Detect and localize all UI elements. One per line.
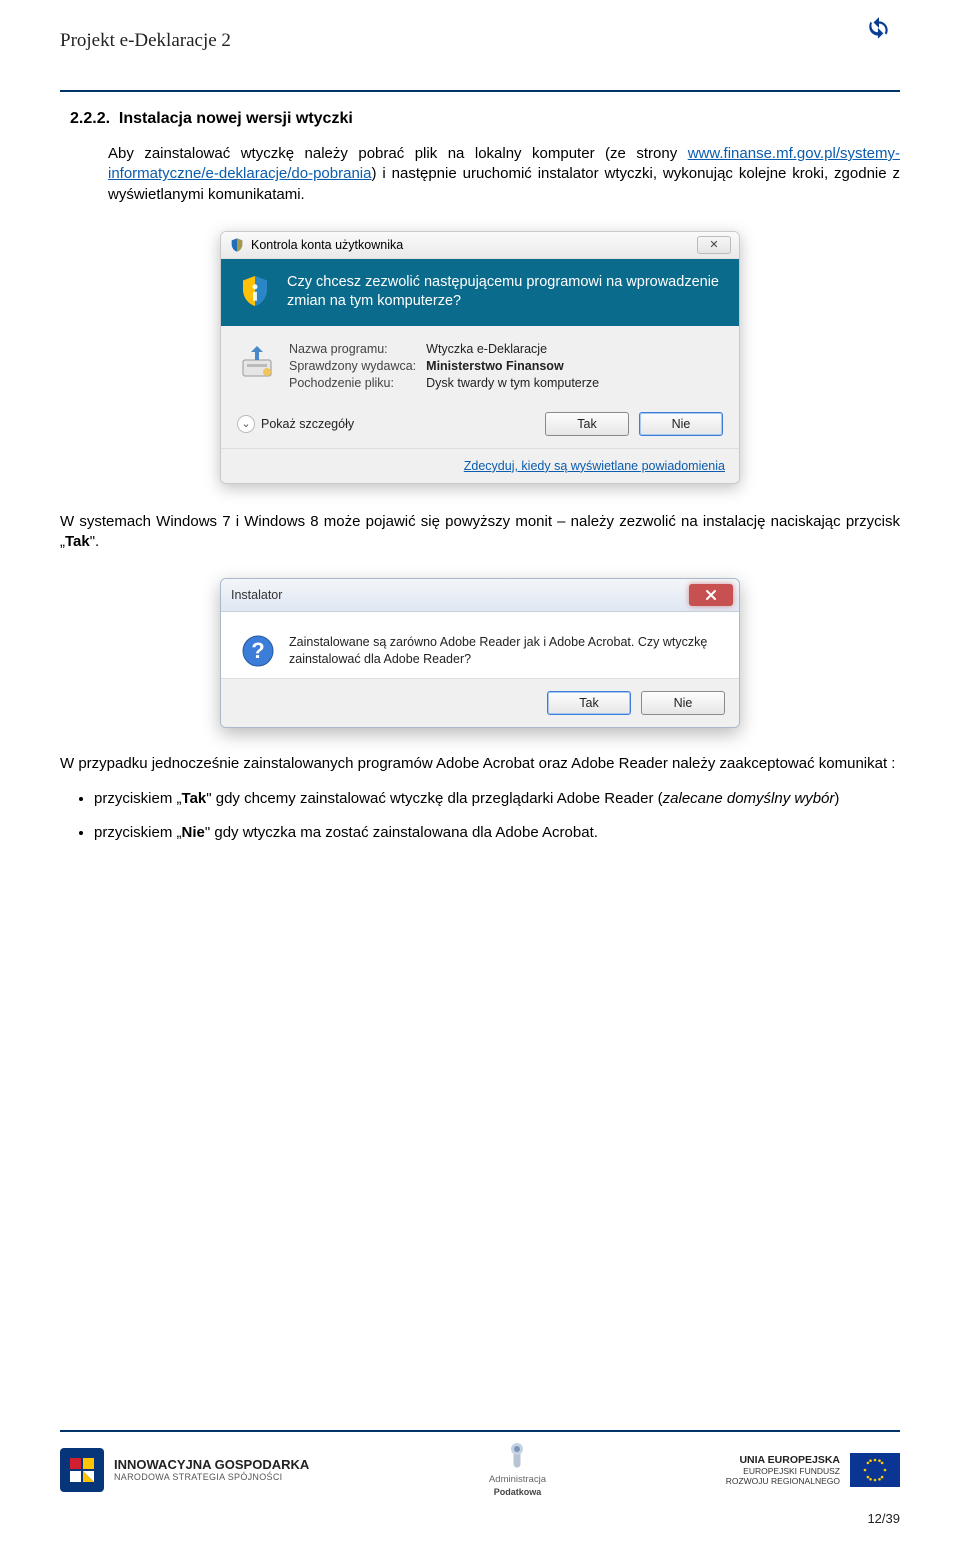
footer-logo-right: UNIA EUROPEJSKA EUROPEJSKI FUNDUSZ ROZWO… [726, 1453, 900, 1487]
shield-icon [237, 273, 273, 309]
project-title: Projekt e-Deklaracje 2 [60, 30, 900, 58]
question-icon: ? [241, 634, 275, 668]
show-details-toggle[interactable]: ⌄ Pokaż szczegóły [237, 415, 354, 433]
value-publisher: Ministerstwo Finansow [426, 359, 599, 373]
para-after-uac: W systemach Windows 7 i Windows 8 może p… [60, 512, 900, 553]
label-origin: Pochodzenie pliku: [289, 376, 416, 390]
footer-logo-center: Administracja Podatkowa [489, 1442, 546, 1497]
para-after-installer: W przypadku jednocześnie zainstalowanych… [60, 754, 900, 774]
ig-logo-icon [60, 1448, 104, 1492]
yes-button[interactable]: Tak [547, 691, 631, 715]
uac-settings-link[interactable]: Zdecyduj, kiedy są wyświetlane powiadomi… [464, 459, 725, 473]
admin-icon [507, 1442, 527, 1472]
uac-question: Czy chcesz zezwolić następującemu progra… [287, 273, 723, 312]
section-heading: 2.2.2. Instalacja nowej wersji wtyczki [70, 110, 900, 128]
uac-meta-grid: Nazwa programu: Wtyczka e-Deklaracje Spr… [289, 342, 599, 390]
value-origin: Dysk twardy w tym komputerze [426, 376, 599, 390]
uac-body: Nazwa programu: Wtyczka e-Deklaracje Spr… [221, 326, 739, 448]
document-footer: INNOWACYJNA GOSPODARKA NARODOWA STRATEGI… [60, 1430, 900, 1526]
no-button[interactable]: Nie [639, 412, 723, 436]
label-publisher: Sprawdzony wydawca: [289, 359, 416, 373]
eu-flag-icon [850, 1453, 900, 1487]
no-button[interactable]: Nie [641, 691, 725, 715]
installer-titlebar: Instalator [221, 579, 739, 612]
footer-divider [60, 1430, 900, 1432]
yes-button[interactable]: Tak [545, 412, 629, 436]
intro-paragraph: Aby zainstalować wtyczkę należy pobrać p… [108, 144, 900, 205]
uac-footer: Zdecyduj, kiedy są wyświetlane powiadomi… [221, 448, 739, 483]
header-divider [60, 90, 900, 92]
value-program: Wtyczka e-Deklaracje [426, 342, 599, 356]
chevron-down-icon: ⌄ [237, 415, 255, 433]
svg-text:?: ? [251, 638, 264, 663]
installer-message: Zainstalowane są zarówno Adobe Reader ja… [289, 634, 719, 668]
uac-dialog: Kontrola konta użytkownika ✕ Czy chcesz … [220, 231, 740, 484]
uac-title: Kontrola konta użytkownika [251, 238, 403, 252]
close-icon: ✕ [709, 238, 718, 251]
close-button[interactable] [689, 584, 733, 606]
label-program: Nazwa programu: [289, 342, 416, 356]
footer-logo-left: INNOWACYJNA GOSPODARKA NARODOWA STRATEGI… [60, 1448, 309, 1492]
close-icon [704, 588, 718, 602]
uac-titlebar: Kontrola konta użytkownika ✕ [221, 232, 739, 259]
list-item: przyciskiem „Tak" gdy chcemy zainstalowa… [94, 789, 900, 809]
installer-footer: Tak Nie [221, 678, 739, 727]
bullet-list: przyciskiem „Tak" gdy chcemy zainstalowa… [94, 789, 900, 844]
page-number: 12/39 [60, 1511, 900, 1526]
installer-icon [237, 342, 277, 382]
installer-body: ? Zainstalowane są zarówno Adobe Reader … [221, 612, 739, 678]
installer-dialog: Instalator ? Zainstalowane są zarówno Ad… [220, 578, 740, 728]
refresh-icon [866, 16, 892, 42]
shield-icon [229, 237, 245, 253]
installer-title: Instalator [231, 588, 282, 602]
list-item: przyciskiem „Nie" gdy wtyczka ma zostać … [94, 823, 900, 843]
close-button[interactable]: ✕ [697, 236, 731, 254]
uac-question-area: Czy chcesz zezwolić następującemu progra… [221, 259, 739, 326]
